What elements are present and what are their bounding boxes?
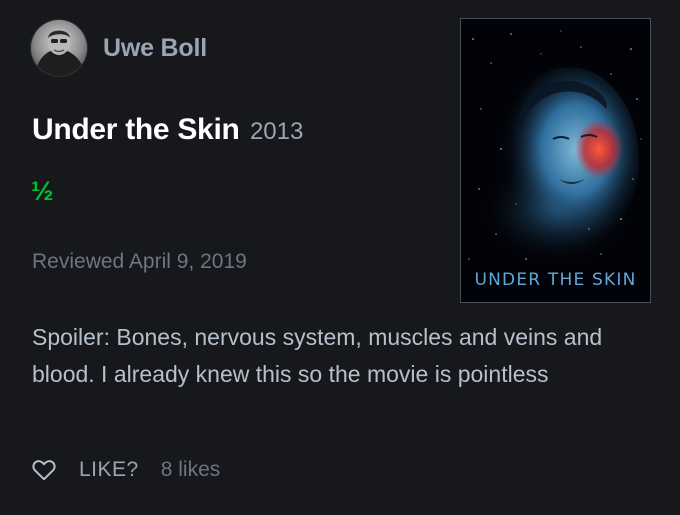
- heart-outline-icon[interactable]: [32, 459, 56, 481]
- author-name[interactable]: Uwe Boll: [103, 34, 207, 63]
- poster-title: UNDER THE SKIN: [474, 270, 637, 290]
- review-actions: LIKE? 8 likes: [32, 458, 220, 482]
- review-date[interactable]: Reviewed April 9, 2019: [32, 250, 247, 274]
- likes-count[interactable]: 8 likes: [161, 458, 221, 482]
- review-text: Spoiler: Bones, nervous system, muscles …: [32, 324, 603, 387]
- film-year[interactable]: 2013: [250, 118, 303, 145]
- author-avatar[interactable]: [31, 20, 87, 76]
- like-label[interactable]: LIKE?: [79, 458, 139, 482]
- like-button[interactable]: LIKE?: [32, 458, 139, 482]
- film-heading: Under the Skin 2013: [32, 113, 303, 147]
- film-title[interactable]: Under the Skin: [32, 113, 240, 146]
- author-link[interactable]: Uwe Boll: [31, 20, 207, 76]
- poster-artwork: [461, 19, 650, 302]
- star-rating: ½: [31, 176, 54, 206]
- review-card: Uwe Boll Under the Skin 2013 ½ Reviewed …: [0, 0, 680, 515]
- film-poster[interactable]: UNDER THE SKIN: [460, 18, 651, 303]
